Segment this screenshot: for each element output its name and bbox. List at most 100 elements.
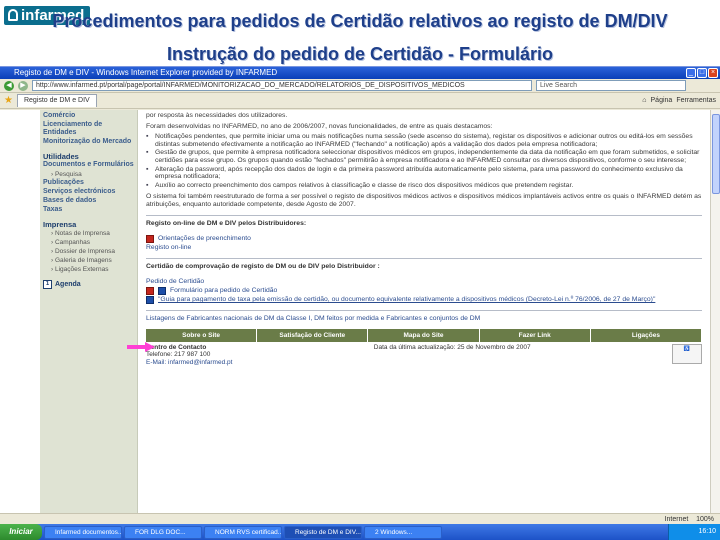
- footer-link-sobre[interactable]: Sobre o Site: [146, 328, 258, 342]
- minimize-icon[interactable]: _: [686, 68, 696, 78]
- sidebar-item-campanhas[interactable]: › Campanhas: [43, 238, 134, 247]
- guia-pagamento-link[interactable]: "Guia para pagamento de taxa pela emissã…: [158, 296, 655, 304]
- pedido-certidao-link[interactable]: Pedido de Certidão: [146, 278, 204, 286]
- start-button[interactable]: Iniciar: [0, 524, 42, 540]
- list-item: Auxílio ao correcto preenchimento dos ca…: [146, 182, 702, 190]
- footer-link-fazer-link[interactable]: Fazer Link: [479, 328, 591, 342]
- footer-link-ligacoes[interactable]: Ligações: [590, 328, 703, 342]
- pedido-certidao-row[interactable]: Pedido de Certidão: [146, 278, 702, 286]
- window-controls: _ □ ×: [686, 68, 718, 78]
- close-icon[interactable]: ×: [708, 68, 718, 78]
- sidebar-item-notas[interactable]: › Notas de Imprensa: [43, 229, 134, 238]
- sidebar-item-documentos[interactable]: Documentos e Formulários: [43, 161, 134, 169]
- footer-link-satisfacao[interactable]: Satisfação do Cliente: [257, 328, 369, 342]
- main-article: por resposta às necessidades dos utiliza…: [138, 110, 710, 513]
- divider: [146, 309, 702, 311]
- footer-info: Centro de Contacto Telefone: 217 987 100…: [146, 343, 702, 367]
- status-zoom[interactable]: 100%: [696, 516, 714, 523]
- sidebar-item-licenciamento[interactable]: Licenciamento de Entidades: [43, 121, 134, 137]
- sidebar-item-ligacoes[interactable]: › Ligações Externas: [43, 265, 134, 274]
- footer-nav: Sobre o Site Satisfação do Cliente Mapa …: [146, 328, 703, 342]
- scrollbar-thumb[interactable]: [712, 114, 720, 194]
- arrow-shaft: [127, 345, 147, 349]
- intro-text: por resposta às necessidades dos utiliza…: [146, 112, 288, 119]
- word-doc-icon: [146, 295, 154, 304]
- paragraph-1: Foram desenvolvidas no INFARMED, no ano …: [146, 122, 493, 130]
- list-item: Gestão de grupos, que permite à empresa …: [146, 149, 702, 164]
- taskbar: Iniciar Infarmed documentos... FOR DLG D…: [0, 524, 720, 540]
- sidebar-item-publicacoes[interactable]: Publicações: [43, 179, 134, 187]
- back-icon[interactable]: ◀: [4, 80, 14, 91]
- feature-list: Notificações pendentes, que permite inic…: [146, 133, 702, 189]
- page-content: Comércio Licenciamento de Entidades Moni…: [0, 110, 710, 513]
- sidebar-item-agenda[interactable]: 1 Agenda: [43, 280, 134, 289]
- formulario-row[interactable]: Formulário para pedido de Certidão: [146, 286, 702, 295]
- section-registo-title: Registo on-line de DM e DIV pelos Distri…: [146, 219, 307, 227]
- sidebar-item-bases[interactable]: Bases de dados: [43, 197, 134, 205]
- section-certidao-title: Certidão de comprovação de registo de DM…: [146, 262, 380, 270]
- taskbar-item-active[interactable]: Registo de DM e DIV...: [284, 525, 362, 539]
- system-tray-clock: 16:10: [668, 524, 720, 540]
- forward-icon[interactable]: ▶: [18, 80, 28, 91]
- sidebar-heading-imprensa: Imprensa: [43, 220, 77, 229]
- taskbar-item[interactable]: NORM RVS certificad...: [204, 525, 282, 539]
- footer-email[interactable]: E-Mail: infarmed@infarmed.pt: [146, 359, 232, 367]
- agenda-label: Agenda: [55, 281, 81, 288]
- registo-online-row[interactable]: Registo on-line: [146, 244, 702, 252]
- divider: [146, 257, 702, 259]
- tools-menu[interactable]: Ferramentas: [676, 97, 716, 104]
- window-titlebar: Registo de DM e DIV - Windows Internet E…: [0, 67, 720, 79]
- address-bar: ◀ ▶ http://www.infarmed.pt/portal/page/p…: [0, 79, 720, 93]
- divider: [146, 214, 702, 216]
- slide: infarmed Procedimentos para pedidos de C…: [0, 0, 720, 540]
- browser-toolbar: ★ Registo de DM e DIV ⌂ Página Ferrament…: [0, 93, 720, 109]
- page-left-margin: [0, 110, 40, 513]
- word-doc-icon: [158, 286, 166, 295]
- sidebar-item-pesquisa[interactable]: › Pesquisa: [43, 170, 134, 179]
- url-field[interactable]: http://www.infarmed.pt/portal/page/porta…: [32, 80, 532, 91]
- pointer-arrow-icon: [127, 342, 155, 352]
- favorites-star-icon[interactable]: ★: [4, 95, 13, 106]
- page-menu[interactable]: Página: [651, 97, 673, 104]
- vertical-scrollbar[interactable]: [710, 110, 720, 513]
- accessibility-logo: ♿: [671, 343, 702, 364]
- slide-header: infarmed Procedimentos para pedidos de C…: [0, 0, 720, 66]
- taskbar-item[interactable]: FOR DLG DOC...: [124, 525, 202, 539]
- listagens-link[interactable]: Listagens de Fabricantes nacionais de DM…: [146, 315, 702, 323]
- search-field[interactable]: Live Search: [536, 80, 686, 91]
- taskbar-item[interactable]: Infarmed documentos...: [44, 525, 122, 539]
- taskbar-item[interactable]: 2 Windows...: [364, 525, 442, 539]
- sidebar-item-taxas[interactable]: Taxas: [43, 206, 134, 214]
- window-title: Registo de DM e DIV - Windows Internet E…: [14, 68, 278, 77]
- calendar-icon: 1: [43, 280, 52, 289]
- pdf-icon: [146, 235, 154, 244]
- orientacoes-row[interactable]: Orientações de preenchimento: [146, 235, 702, 244]
- pdf-icon: [146, 286, 154, 295]
- guia-row[interactable]: "Guia para pagamento de taxa pela emissã…: [146, 295, 702, 304]
- formulario-link[interactable]: Formulário para pedido de Certidão: [170, 287, 277, 295]
- sidebar-heading-utilidades: Utilidades: [43, 152, 79, 161]
- sidebar-item-comercio[interactable]: Comércio: [43, 112, 134, 120]
- sidebar: Comércio Licenciamento de Entidades Moni…: [40, 110, 138, 513]
- list-item: Notificações pendentes, que permite inic…: [146, 133, 702, 148]
- sidebar-item-servicos[interactable]: Serviços electrónicos: [43, 188, 134, 196]
- paragraph-2: O sistema foi também reestruturado de fo…: [146, 193, 702, 208]
- sidebar-item-monitorizacao[interactable]: Monitorização do Mercado: [43, 138, 134, 146]
- status-zone: Internet: [664, 516, 689, 523]
- tab-registo[interactable]: Registo de DM e DIV: [16, 94, 97, 107]
- footer-phone: Telefone: 217 987 100: [146, 351, 211, 358]
- slide-subtitle: Instrução do pedido de Certidão - Formul…: [166, 44, 554, 64]
- registo-online-link[interactable]: Registo on-line: [146, 244, 191, 252]
- sidebar-item-galeria[interactable]: › Galeria de Imagens: [43, 256, 134, 265]
- footer-updated: Data da última actualização: 25 de Novem…: [373, 343, 531, 351]
- list-item: Alteração da password, após recepção dos…: [146, 166, 702, 181]
- maximize-icon[interactable]: □: [697, 68, 707, 78]
- slide-title: Procedimentos para pedidos de Certidão r…: [52, 11, 668, 31]
- sidebar-item-dossier[interactable]: › Dossier de Imprensa: [43, 247, 134, 256]
- browser-window: Registo de DM e DIV - Windows Internet E…: [0, 66, 720, 525]
- footer-link-mapa[interactable]: Mapa do Site: [368, 328, 480, 342]
- orientacoes-link[interactable]: Orientações de preenchimento: [158, 235, 251, 243]
- arrow-head: [145, 342, 155, 352]
- home-icon[interactable]: ⌂: [642, 97, 646, 104]
- footer-contact: Centro de Contacto Telefone: 217 987 100…: [146, 344, 232, 367]
